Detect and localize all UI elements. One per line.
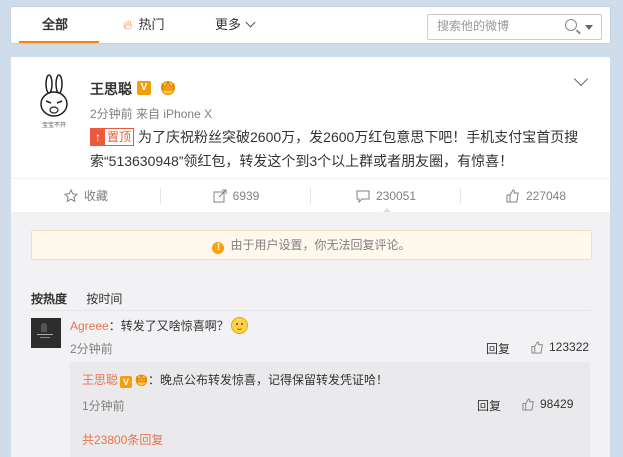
- post-source: 来自 iPhone X: [136, 107, 213, 121]
- search-box: [427, 14, 602, 40]
- fire-icon: 🔥︎: [123, 17, 133, 32]
- favorite-label: 收藏: [83, 189, 108, 203]
- more-replies-link[interactable]: 共23800条回复: [82, 431, 163, 448]
- like-button[interactable]: 227048: [461, 179, 611, 213]
- pinned-tag: ↑ 置顶: [90, 128, 135, 146]
- dropdown-arrow-icon[interactable]: [585, 25, 593, 30]
- comment-text: ：转发了又啥惊喜啊？: [108, 319, 229, 333]
- repost-button[interactable]: 6939: [161, 179, 311, 213]
- reply-like-count: 98429: [540, 397, 574, 411]
- reply-button[interactable]: 回复: [477, 397, 501, 414]
- reply-thread: 王思聪 V ：晚点公布转发惊喜，记得保留转发凭证哈！ 1分钟前 回复 98429 共…: [70, 362, 590, 457]
- reply-item: 王思聪 V ：晚点公布转发惊喜，记得保留转发凭证哈！: [82, 371, 388, 388]
- comment-like-count: 123322: [549, 340, 590, 354]
- comments-section: ! 由于用户设置，你无法回复评论。 按热度 按时间 Agreee：转发了又啥惊喜啊…: [11, 212, 610, 457]
- repost-icon: [213, 189, 227, 203]
- verified-badge-icon: V: [120, 376, 133, 388]
- comment-icon: [356, 190, 370, 203]
- comment-button[interactable]: 230051: [311, 179, 461, 214]
- search-icon[interactable]: [565, 19, 577, 31]
- tab-more[interactable]: 更多: [215, 7, 256, 43]
- comment-item: Agreee：转发了又啥惊喜啊？: [70, 317, 248, 334]
- post-meta: 2分钟前 来自 iPhone X: [90, 105, 212, 122]
- divider: [31, 310, 590, 311]
- feed-tab-bar: 全部 🔥︎ 热门 更多: [11, 7, 610, 43]
- thumbs-up-icon: [531, 341, 543, 354]
- notice-text: 由于用户设置，你无法回复评论。: [230, 238, 411, 252]
- member-crown-icon: [161, 81, 175, 95]
- post-actions: 收藏 6939 230051 227048: [11, 178, 611, 214]
- tab-hot[interactable]: 🔥︎ 热门: [123, 7, 165, 43]
- reply-time: 1分钟前: [82, 399, 125, 413]
- repost-count: 6939: [232, 189, 260, 203]
- thumbs-up-icon: [522, 398, 534, 411]
- avatar[interactable]: 宝宝不开: [37, 74, 71, 129]
- favorite-button[interactable]: 收藏: [11, 179, 161, 213]
- comment-sort: 按热度 按时间: [31, 290, 138, 307]
- member-crown-icon: [135, 374, 148, 386]
- verified-badge-icon: V: [137, 81, 151, 95]
- comment-count: 230051: [375, 189, 417, 203]
- search-input[interactable]: [437, 15, 557, 37]
- reply-restricted-notice: ! 由于用户设置，你无法回复评论。: [31, 230, 592, 260]
- star-icon: [63, 189, 78, 203]
- tab-all[interactable]: 全部: [11, 7, 99, 43]
- post-text: ↑ 置顶 为了庆祝粉丝突破2600万，发2600万红包意思下吧！手机支付宝首页搜索“…: [90, 125, 610, 173]
- thumbs-up-icon: [506, 189, 519, 203]
- chevron-down-icon[interactable]: [573, 71, 589, 87]
- post-body: 为了庆祝粉丝突破2600万，发2600万红包意思下吧！手机支付宝首页搜索“513…: [90, 129, 579, 169]
- replier-name[interactable]: 王思聪: [82, 373, 118, 387]
- pin-icon: ↑: [91, 129, 105, 145]
- pinned-tag-label: 置顶: [107, 130, 132, 144]
- post-author[interactable]: 王思聪: [90, 79, 132, 99]
- tab-more-label: 更多: [215, 17, 242, 32]
- comment-time: 2分钟前: [70, 342, 113, 356]
- sort-by-hot[interactable]: 按热度: [31, 292, 67, 306]
- like-count: 227048: [525, 189, 567, 203]
- tab-hot-label: 热门: [138, 17, 165, 32]
- bunny-avatar-icon: [40, 74, 68, 117]
- warning-icon: !: [212, 242, 225, 254]
- weibo-post-card: 宝宝不开 王思聪 V 2分钟前 来自 iPhone X ↑ 置顶 为了庆祝粉丝突破2…: [11, 57, 610, 457]
- comment-like-button[interactable]: 123322: [531, 340, 589, 354]
- avatar-caption: 宝宝不开: [41, 123, 66, 129]
- commenter-name[interactable]: Agreee: [70, 319, 109, 333]
- reply-button[interactable]: 回复: [486, 340, 510, 357]
- chevron-down-icon: [245, 17, 256, 28]
- reply-text: ：晚点公布转发惊喜，记得保留转发凭证哈！: [148, 373, 389, 387]
- post-time[interactable]: 2分钟前: [90, 107, 133, 121]
- sort-by-time[interactable]: 按时间: [86, 292, 122, 306]
- reply-like-button[interactable]: 98429: [522, 397, 573, 411]
- smile-emoji-icon: [230, 317, 248, 334]
- commenter-avatar[interactable]: [31, 318, 61, 348]
